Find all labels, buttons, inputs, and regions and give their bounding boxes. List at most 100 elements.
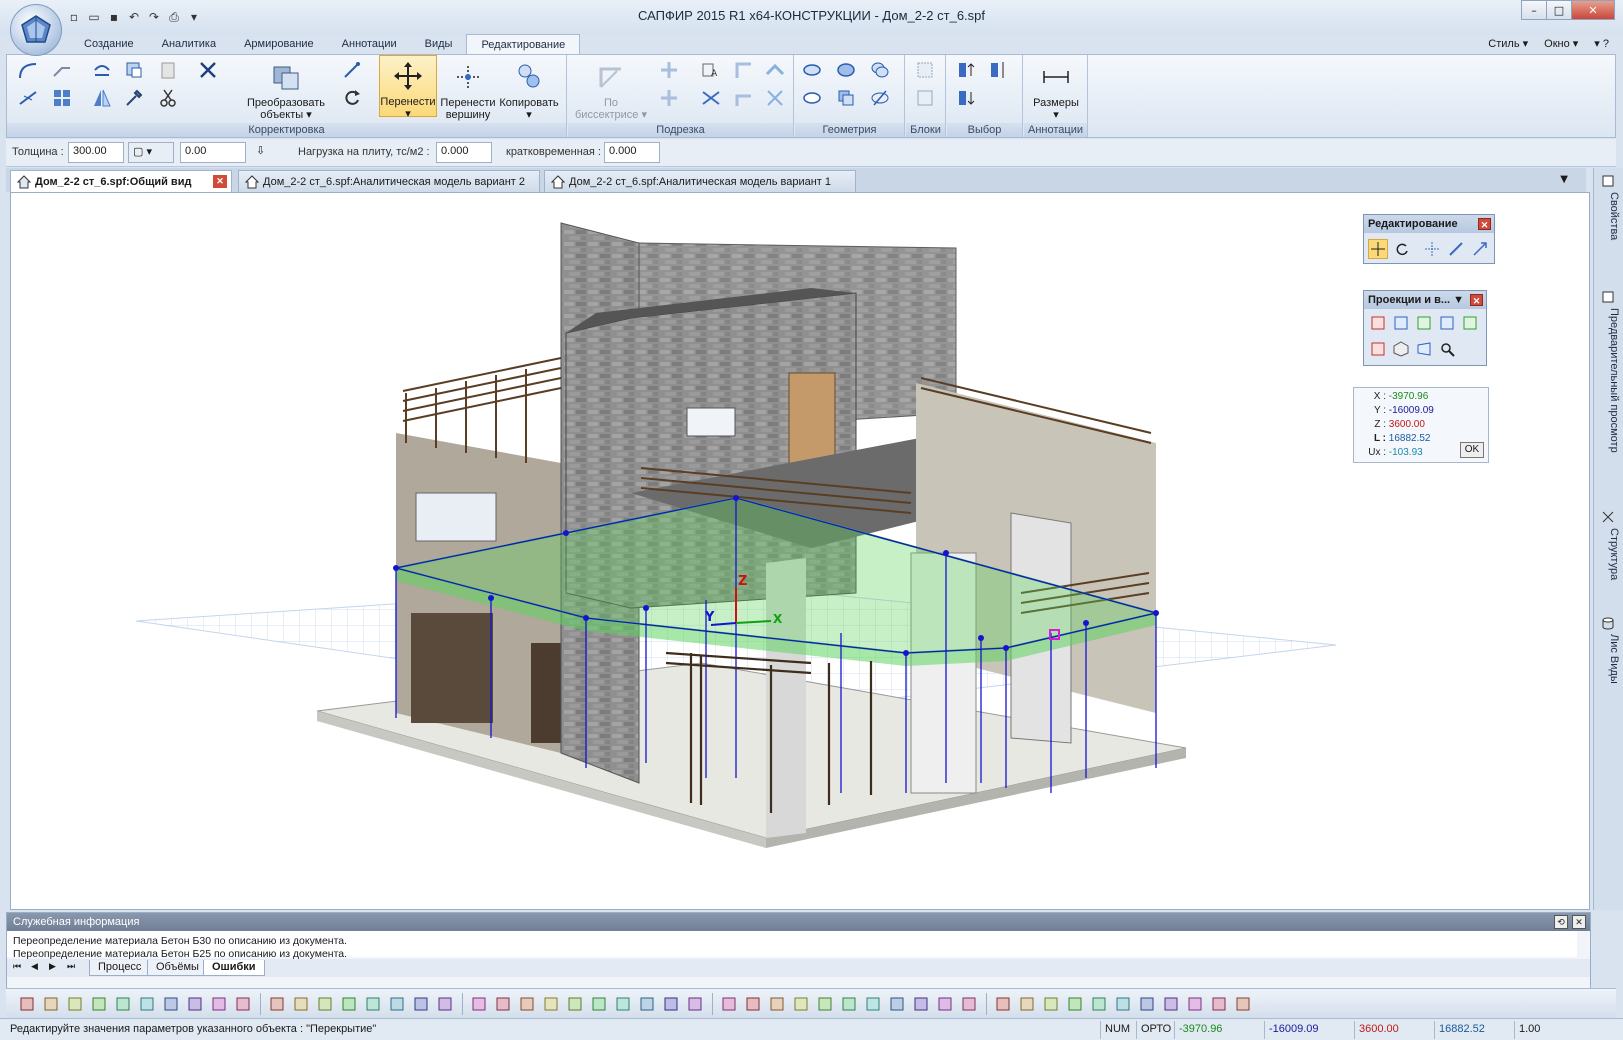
snap-grid-icon[interactable]	[720, 995, 738, 1013]
array-icon[interactable]	[51, 87, 73, 109]
snap-edge-icon[interactable]	[792, 995, 810, 1013]
view-icon-3[interactable]	[316, 995, 334, 1013]
measure-icon[interactable]	[912, 995, 930, 1013]
tab-errors[interactable]: Ошибки	[203, 960, 265, 976]
next-page-icon[interactable]: ▶	[49, 961, 56, 972]
snap-angle-icon[interactable]	[744, 995, 762, 1013]
light-3-icon[interactable]	[518, 995, 536, 1013]
tab-reinforcement[interactable]: Армирование	[230, 34, 328, 54]
editing-panel-header[interactable]: Редактирование ✕	[1364, 215, 1494, 233]
view-iso-icon[interactable]	[1391, 339, 1411, 359]
layer-iso-icon[interactable]	[138, 995, 156, 1013]
view-icon-7[interactable]	[412, 995, 430, 1013]
window-menu[interactable]: Окно ▾	[1544, 34, 1578, 54]
move-button[interactable]: Перенести ▾	[379, 55, 437, 120]
copy-shape-icon[interactable]	[123, 59, 145, 81]
cloud-icon[interactable]	[835, 59, 857, 81]
tab-editing[interactable]: Редактирование	[466, 34, 581, 54]
pin-panel-icon[interactable]: ⟲	[1554, 915, 1568, 929]
view-zoom-icon[interactable]	[1437, 339, 1457, 359]
layer-group-icon[interactable]	[66, 995, 84, 1013]
dim-icon[interactable]	[1066, 995, 1084, 1013]
coord-l-value[interactable]: 16882.52	[1389, 433, 1431, 444]
doc-tab-analytic-1[interactable]: Дом_2-2 ст_6.spf:Аналитическая модель ва…	[544, 170, 856, 192]
layer-hide-icon[interactable]	[114, 995, 132, 1013]
transform-objects-button[interactable]: Преобразовать объекты ▾	[243, 57, 329, 121]
app-menu-button[interactable]	[10, 4, 62, 56]
maximize-button[interactable]: □	[1546, 0, 1572, 20]
lock-icon[interactable]	[840, 995, 858, 1013]
cross-join-icon[interactable]	[658, 59, 680, 81]
trim-icon[interactable]	[197, 59, 219, 81]
view-right-icon[interactable]	[1437, 313, 1457, 333]
target-icon[interactable]	[936, 995, 954, 1013]
3d-viewport[interactable]: Z Y X Редактирование ✕ Проекции и в... ▼ ✕	[10, 192, 1590, 910]
doc-tab-analytic-2[interactable]: Дом_2-2 ст_6.spf:Аналитическая модель ва…	[238, 170, 540, 192]
sidebar-tab-structure[interactable]: Структура	[1598, 508, 1620, 618]
move-tool-icon[interactable]	[1368, 239, 1388, 259]
coord-y-value[interactable]: -16009.09	[1389, 405, 1434, 416]
bulb-icon[interactable]	[542, 995, 560, 1013]
extend-join-icon[interactable]	[732, 87, 754, 109]
arc-fillet-icon[interactable]	[17, 59, 39, 81]
tab-create[interactable]: Создание	[70, 34, 148, 54]
layer-find-icon[interactable]	[90, 995, 108, 1013]
thickness-input[interactable]: 300.00	[68, 142, 124, 163]
rotate-icon[interactable]	[341, 87, 363, 109]
move-vertex-tool-icon[interactable]	[1422, 239, 1442, 259]
mirror-icon[interactable]	[91, 87, 113, 109]
info-icon[interactable]	[1234, 995, 1252, 1013]
sidebar-tab-preview[interactable]: Предварительный просмотр	[1598, 288, 1620, 498]
short-term-input[interactable]: 0.000	[604, 142, 660, 163]
view-icon-5[interactable]	[364, 995, 382, 1013]
coord-z-value[interactable]: 3600.00	[1389, 419, 1425, 430]
pen-icon[interactable]	[341, 59, 363, 81]
corner-join-icon[interactable]	[732, 59, 754, 81]
layer-all-icon[interactable]	[210, 995, 228, 1013]
table-icon[interactable]	[1138, 995, 1156, 1013]
text-align-icon[interactable]: A	[700, 59, 722, 81]
layer-save-icon[interactable]	[234, 995, 252, 1013]
align-tool-icon[interactable]	[1470, 239, 1490, 259]
highlight-icon[interactable]	[1018, 995, 1036, 1013]
select-icon[interactable]	[662, 995, 680, 1013]
stack-icon[interactable]	[566, 995, 584, 1013]
rotate-tool-icon[interactable]	[1392, 239, 1412, 259]
select-range-icon[interactable]	[987, 59, 1009, 81]
projections-panel-header[interactable]: Проекции и в... ▼ ✕	[1364, 291, 1486, 309]
axes-icon[interactable]	[960, 995, 978, 1013]
section-icon[interactable]	[1042, 995, 1060, 1013]
tab-views[interactable]: Виды	[411, 34, 467, 54]
scissors-icon[interactable]	[157, 87, 179, 109]
cut-join-icon[interactable]	[700, 87, 722, 109]
note-icon[interactable]	[1114, 995, 1132, 1013]
paste-icon[interactable]	[157, 59, 179, 81]
snap-node-icon[interactable]	[768, 995, 786, 1013]
close-button[interactable]: ✕	[1571, 0, 1615, 20]
link-icon[interactable]	[614, 995, 632, 1013]
stretch-tool-icon[interactable]	[1446, 239, 1466, 259]
chart-icon[interactable]	[1210, 995, 1228, 1013]
view-front-icon[interactable]	[1368, 313, 1388, 333]
union-icon[interactable]	[869, 59, 891, 81]
offset-input[interactable]: 0.00	[180, 142, 246, 163]
prev-page-icon[interactable]: ◀	[31, 961, 38, 972]
orto-toggle[interactable]: ОРТО	[1136, 1021, 1174, 1039]
close-tab-icon[interactable]: ✕	[213, 175, 227, 188]
doc-tab-general-view[interactable]: Дом_2-2 ст_6.spf:Общий вид ✕	[10, 170, 232, 192]
light-icon[interactable]	[470, 995, 488, 1013]
print-icon[interactable]	[864, 995, 882, 1013]
text-icon[interactable]	[1090, 995, 1108, 1013]
close-panel-icon[interactable]: ✕	[1478, 218, 1491, 230]
load-input[interactable]: 0.000	[436, 142, 492, 163]
tab-volumes[interactable]: Объёмы	[147, 960, 208, 976]
t-join-icon[interactable]	[658, 87, 680, 109]
view-left-icon[interactable]	[1414, 313, 1434, 333]
tab-annotations[interactable]: Аннотации	[328, 34, 411, 54]
view-icon-2[interactable]	[292, 995, 310, 1013]
paint-icon[interactable]	[686, 995, 704, 1013]
light-2-icon[interactable]	[494, 995, 512, 1013]
view-bottom-icon[interactable]	[1368, 339, 1388, 359]
color-icon[interactable]	[994, 995, 1012, 1013]
minimize-button[interactable]: –	[1521, 0, 1547, 20]
